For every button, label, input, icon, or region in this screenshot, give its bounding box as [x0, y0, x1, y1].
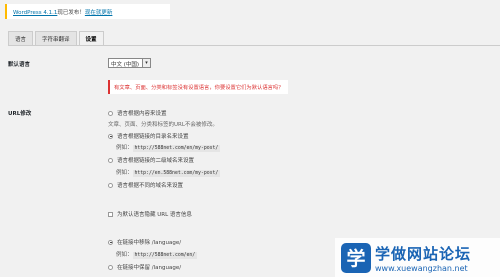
slug-option-remove-label: 在链接中移除 /language/ [117, 240, 182, 246]
example-subdomain: 例如： http://en.588net.com/my-post/ [116, 168, 221, 177]
url-option-content-desc: 文章、页面、分类和标签的URL不会被修改。 [108, 122, 218, 128]
radio-button-selected[interactable] [108, 133, 113, 139]
watermark-url: www.xuewangzhan.net [375, 263, 468, 273]
url-option-domain-label: 语言根据不同的域名来设置 [117, 183, 184, 189]
slug-option-remove[interactable]: 在链接中移除 /language/ [108, 238, 181, 246]
example-directory: 例如： http://588net.com/en/my-post/ [116, 143, 221, 152]
update-now-link[interactable]: 现在就更新 [85, 10, 113, 16]
url-option-directory[interactable]: 语言根据链接的目录名来设置 [108, 132, 189, 140]
radio-button[interactable] [108, 157, 113, 163]
tab-divider [8, 45, 500, 46]
example-prefix: 例如： [116, 170, 133, 176]
slug-option-keep-label: 在链接中保留 /language/ [117, 265, 182, 271]
radio-button[interactable] [108, 110, 113, 116]
example-slug-url: http://588net.com/en/ [132, 252, 198, 259]
tab-languages[interactable]: 语言 [8, 31, 34, 45]
example-prefix: 例如： [116, 145, 133, 151]
url-option-subdomain-label: 语言根据链接的二级域名来设置 [117, 158, 195, 164]
watermark-logo: 学 [341, 242, 371, 273]
default-language-value: 中文 (中国) [111, 62, 140, 68]
watermark-title: 学做网站论坛 [375, 244, 472, 263]
default-language-label: 默认语言 [8, 62, 31, 68]
url-option-subdomain[interactable]: 语言根据链接的二级域名来设置 [108, 156, 194, 164]
url-option-domain[interactable]: 语言根据不同的域名来设置 [108, 181, 183, 189]
missing-language-error: 有文章、页面、分类和标签没有设置语言，你要设置它们为默认语言吗？ [108, 80, 288, 94]
example-directory-url: http://588net.com/en/my-post/ [132, 145, 221, 152]
example-prefix: 例如： [116, 252, 133, 258]
radio-button[interactable] [108, 264, 113, 270]
settings-tabs: 语言 字符串翻译 设置 [8, 31, 106, 45]
checkbox[interactable] [108, 211, 113, 217]
url-option-directory-label: 语言根据链接的目录名来设置 [117, 134, 189, 140]
example-subdomain-url: http://en.588net.com/my-post/ [132, 170, 221, 177]
notice-text: 现已发布！ [57, 10, 85, 16]
chevron-down-icon: ▾ [142, 59, 150, 67]
url-modification-label: URL修改 [8, 111, 32, 117]
url-option-content[interactable]: 语言根据内容来设置 [108, 109, 167, 117]
hide-default-language-option[interactable]: 为默认语言隐藏 URL 语言信息 [108, 210, 192, 218]
example-slug: 例如： http://588net.com/en/ [116, 250, 198, 259]
slug-option-keep[interactable]: 在链接中保留 /language/ [108, 263, 181, 271]
site-watermark: 学 学做网站论坛 www.xuewangzhan.net [335, 238, 500, 277]
update-notice: WordPress 4.1.1现已发布！现在就更新 [5, 4, 170, 19]
radio-button[interactable] [108, 182, 113, 188]
tab-strings-translation[interactable]: 字符串翻译 [35, 31, 77, 45]
radio-button-selected[interactable] [108, 239, 113, 245]
default-language-select[interactable]: 中文 (中国) ▾ [108, 58, 151, 68]
url-option-content-label: 语言根据内容来设置 [117, 111, 167, 117]
wordpress-version-link[interactable]: WordPress 4.1.1 [13, 10, 57, 16]
tab-settings[interactable]: 设置 [78, 31, 104, 45]
hide-default-language-label: 为默认语言隐藏 URL 语言信息 [117, 212, 192, 218]
